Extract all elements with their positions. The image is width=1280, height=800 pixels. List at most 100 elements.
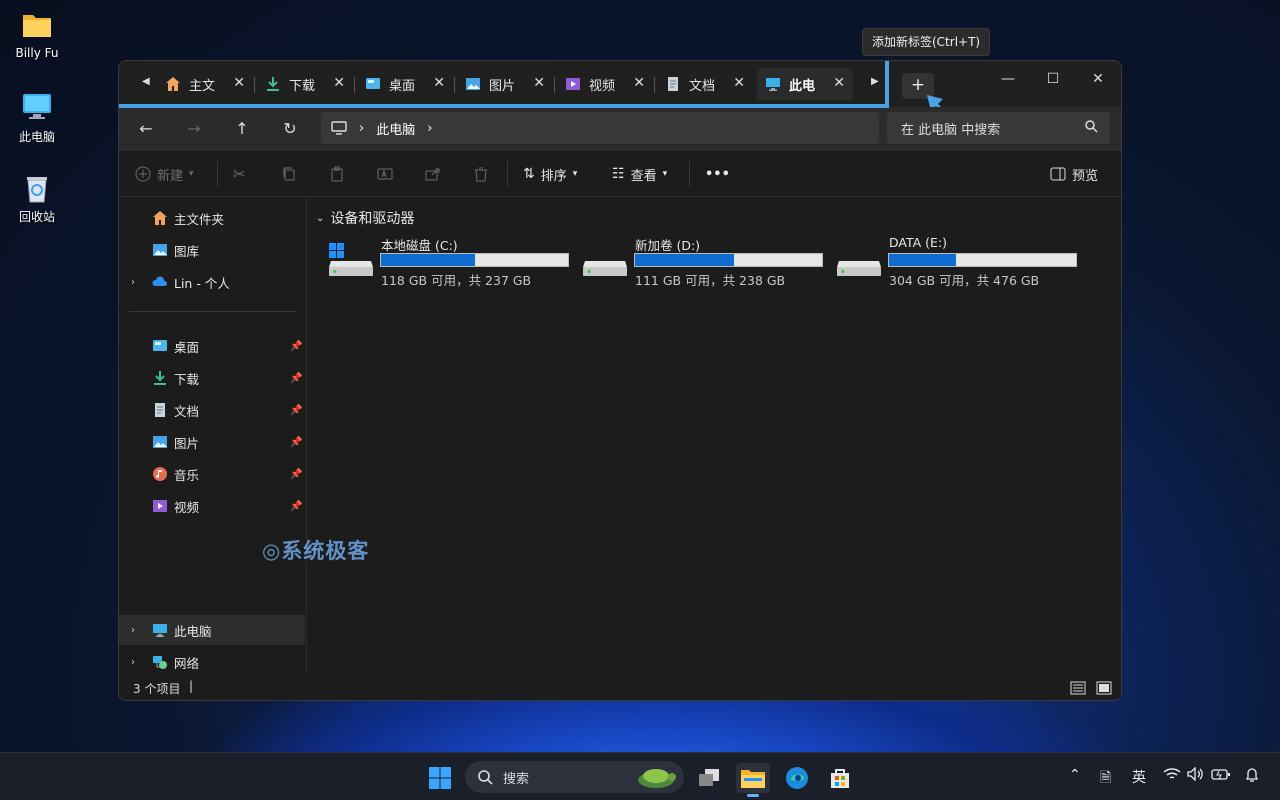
tab-videos[interactable]: 视频 ✕: [557, 68, 653, 100]
preview-pane-button[interactable]: 预览: [1050, 163, 1098, 185]
sidebar-item-label: 图片: [174, 435, 200, 451]
chevron-down-icon: ⌄: [316, 212, 325, 224]
maximize-button[interactable]: ☐: [1030, 64, 1076, 94]
tray-app-icon[interactable]: 🗎: [1100, 767, 1111, 791]
sidebar-item-label: Lin - 个人: [174, 275, 230, 291]
breadcrumb-this-pc[interactable]: 此电脑: [376, 119, 415, 138]
close-icon[interactable]: ✕: [833, 75, 845, 91]
tab-downloads[interactable]: 下载 ✕: [257, 68, 353, 100]
pictures-icon: [153, 436, 167, 448]
battery-icon[interactable]: [1211, 767, 1231, 785]
delete-button[interactable]: [473, 163, 489, 185]
sidebar-item-desktop[interactable]: 桌面 📌: [119, 331, 305, 361]
desktop-icon-this-pc[interactable]: 此电脑: [0, 92, 74, 145]
breadcrumb-separator[interactable]: ›: [427, 121, 432, 136]
tab-desktop[interactable]: 桌面 ✕: [357, 68, 453, 100]
sidebar-item-pictures[interactable]: 图片 📌: [119, 427, 305, 457]
pin-icon[interactable]: 📌: [290, 437, 302, 448]
desktop-icon-recycle-bin[interactable]: 回收站: [0, 172, 74, 225]
sidebar-item-onedrive[interactable]: › Lin - 个人: [119, 267, 305, 297]
chevron-right-icon[interactable]: ›: [131, 277, 135, 288]
tab-scroll-left-icon[interactable]: ◀: [142, 76, 150, 87]
sidebar-item-label: 文档: [174, 403, 200, 419]
close-icon[interactable]: ✕: [733, 75, 745, 91]
tab-divider: [654, 77, 655, 93]
tab-this-pc[interactable]: 此电 ✕: [757, 68, 853, 100]
tab-documents[interactable]: 文档 ✕: [657, 68, 753, 100]
add-circle-icon: [135, 166, 151, 182]
view-button[interactable]: ☷ 查看 ▾: [612, 163, 667, 185]
rename-button[interactable]: [377, 163, 393, 185]
pin-icon[interactable]: 📌: [290, 405, 302, 416]
address-bar[interactable]: › 此电脑 ›: [321, 112, 879, 144]
pin-icon[interactable]: 📌: [290, 501, 302, 512]
sort-button-label: 排序: [540, 168, 567, 184]
file-explorer-taskbar-button[interactable]: [736, 763, 770, 797]
group-header-devices[interactable]: ⌄ 设备和驱动器: [316, 208, 414, 228]
copy-button[interactable]: [281, 163, 297, 185]
taskbar-search[interactable]: 搜索: [465, 761, 684, 793]
tab-pictures[interactable]: 图片 ✕: [457, 68, 553, 100]
drive-free-space: 304 GB 可用，共 476 GB: [889, 273, 1040, 288]
start-button[interactable]: [423, 763, 457, 793]
drive-usage-bar: [380, 253, 569, 267]
tab-scroll-right-icon[interactable]: ▶: [871, 76, 879, 87]
drive-e[interactable]: DATA (E:) 304 GB 可用，共 476 GB: [837, 233, 1087, 288]
minimize-button[interactable]: —: [985, 64, 1031, 94]
pin-icon[interactable]: 📌: [290, 469, 302, 480]
wifi-icon[interactable]: [1163, 767, 1181, 785]
drive-d[interactable]: 新加卷 (D:) 111 GB 可用，共 238 GB: [583, 233, 833, 288]
sort-button[interactable]: ⇅ 排序 ▾: [523, 163, 577, 185]
close-icon[interactable]: ✕: [433, 75, 445, 91]
drive-usage-fill: [889, 254, 957, 266]
volume-icon[interactable]: [1187, 766, 1205, 785]
more-options-button[interactable]: •••: [705, 163, 730, 185]
store-button[interactable]: [823, 763, 857, 793]
task-view-button[interactable]: [692, 763, 726, 793]
sidebar-item-home[interactable]: 主文件夹: [119, 203, 305, 233]
cut-button[interactable]: ✂: [233, 163, 246, 185]
tab-label: 文档: [689, 78, 716, 94]
preview-pane-icon: [1050, 167, 1066, 181]
home-icon: [153, 211, 167, 225]
search-box[interactable]: 在 此电脑 中搜索: [887, 112, 1110, 144]
close-icon[interactable]: ✕: [333, 75, 345, 91]
drive-c[interactable]: 本地磁盘 (C:) 118 GB 可用，共 237 GB: [329, 233, 579, 288]
notification-bell-icon[interactable]: [1244, 767, 1260, 787]
videos-icon: [566, 78, 580, 90]
sidebar-item-downloads[interactable]: 下载 📌: [119, 363, 305, 393]
refresh-button[interactable]: ↻: [275, 115, 305, 143]
sidebar-item-network[interactable]: › 网络: [119, 647, 305, 677]
close-icon[interactable]: ✕: [533, 75, 545, 91]
close-icon[interactable]: ✕: [233, 75, 245, 91]
sidebar-item-documents[interactable]: 文档 📌: [119, 395, 305, 425]
edge-button[interactable]: [780, 763, 814, 793]
chevron-right-icon[interactable]: ›: [131, 625, 135, 636]
back-button[interactable]: ←: [131, 115, 161, 143]
search-highlight-turtle-icon: [638, 769, 676, 788]
sidebar-item-gallery[interactable]: 图库: [119, 235, 305, 265]
close-window-button[interactable]: ✕: [1075, 64, 1121, 94]
desktop-icon-label: 回收站: [18, 210, 55, 224]
pin-icon[interactable]: 📌: [290, 341, 302, 352]
paste-button[interactable]: [329, 163, 345, 185]
show-hidden-icons-chevron-icon[interactable]: ⌃: [1069, 767, 1081, 783]
pin-icon[interactable]: 📌: [290, 373, 302, 384]
status-bar: 3 个项目 |: [119, 675, 1121, 700]
details-view-icon[interactable]: [1070, 680, 1086, 696]
sidebar-item-videos[interactable]: 视频 📌: [119, 491, 305, 521]
new-tab-tooltip: 添加新标签(Ctrl+T): [862, 28, 991, 56]
tab-home[interactable]: 主文 ✕: [157, 68, 253, 100]
up-button[interactable]: ↑: [227, 115, 257, 143]
sidebar-item-this-pc[interactable]: › 此电脑: [119, 615, 305, 645]
share-button[interactable]: [425, 163, 441, 185]
desktop-icon-billy-fu[interactable]: Billy Fu: [0, 10, 74, 60]
chevron-right-icon[interactable]: ›: [131, 657, 135, 668]
tiles-view-icon[interactable]: [1096, 680, 1112, 696]
new-button[interactable]: 新建 ▾: [135, 163, 194, 185]
sidebar-item-label: 此电脑: [174, 623, 212, 639]
forward-button[interactable]: →: [179, 115, 209, 143]
ime-indicator[interactable]: 英: [1132, 767, 1146, 787]
sidebar-item-music[interactable]: 音乐 📌: [119, 459, 305, 489]
close-icon[interactable]: ✕: [633, 75, 645, 91]
